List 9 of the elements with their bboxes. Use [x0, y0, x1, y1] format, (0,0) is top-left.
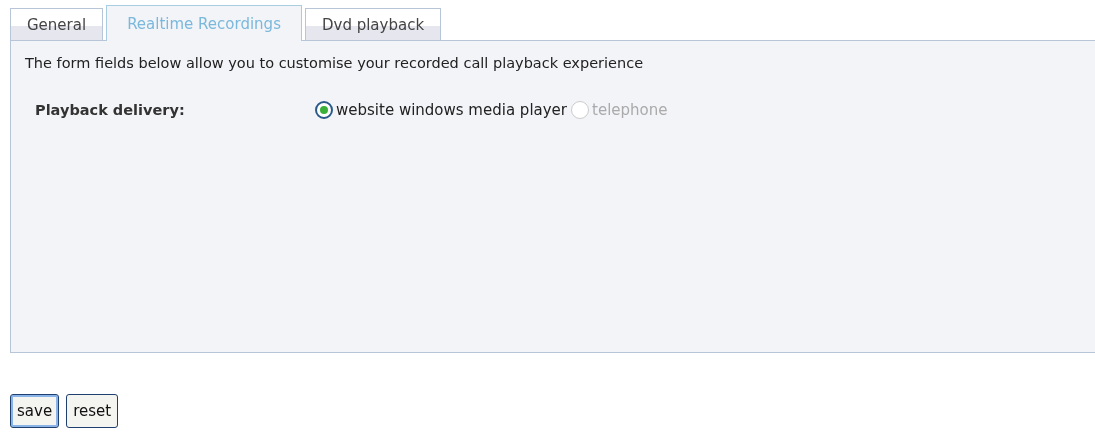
radio-label: website windows media player — [336, 101, 567, 119]
radio-button[interactable] — [315, 101, 333, 119]
form-button[interactable]: save — [10, 394, 60, 428]
tab[interactable]: General — [10, 8, 104, 40]
radio-label: telephone — [592, 101, 668, 119]
field-label: Playback delivery: — [35, 102, 186, 118]
form-button[interactable]: reset — [66, 394, 119, 428]
tab[interactable]: Dvd playback — [304, 8, 442, 40]
intro-text: The form fields below allow you to customise your recorded call playback experience — [24, 54, 645, 71]
